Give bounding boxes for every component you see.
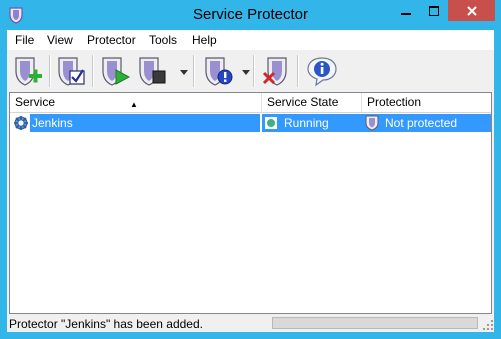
- service-state-text: Running: [284, 116, 329, 130]
- shield-check-icon: [58, 57, 85, 86]
- start-button[interactable]: [98, 53, 132, 89]
- menu-bar: File View Protector Tools Help: [7, 30, 494, 50]
- menu-file[interactable]: File: [15, 33, 34, 47]
- column-header-service[interactable]: Service ▲: [10, 93, 262, 113]
- edit-protector-button[interactable]: [54, 53, 88, 89]
- minimize-button[interactable]: [392, 0, 420, 21]
- add-protector-button[interactable]: [11, 53, 45, 89]
- client-area: File View Protector Tools Help Service ▲…: [7, 30, 494, 332]
- status-bar: Protector "Jenkins" has been added.: [7, 314, 494, 332]
- delete-protector-button[interactable]: [259, 53, 293, 89]
- toolbar-separator: [49, 55, 51, 87]
- service-state-cell: Running: [262, 114, 362, 132]
- gear-icon: [14, 116, 28, 130]
- menu-view[interactable]: View: [47, 33, 73, 47]
- minimize-icon: [401, 12, 411, 15]
- table-row[interactable]: Jenkins Running Not protected: [10, 114, 491, 132]
- shield-alert-icon: [205, 57, 233, 86]
- column-header-service-state-label: Service State: [267, 95, 339, 109]
- menu-help[interactable]: Help: [192, 33, 217, 47]
- chevron-down-icon: [180, 69, 188, 75]
- protector-list[interactable]: Service ▲ Service State Protection Jenki…: [9, 92, 492, 314]
- shield-play-icon: [102, 57, 131, 86]
- maximize-button[interactable]: [420, 0, 448, 21]
- protection-text: Not protected: [385, 116, 458, 130]
- protection-cell: Not protected: [362, 114, 491, 132]
- menu-protector[interactable]: Protector: [87, 33, 136, 47]
- toolbar-separator: [297, 55, 299, 87]
- toolbar-separator: [193, 55, 195, 87]
- close-button[interactable]: [448, 0, 495, 21]
- protection-shield-icon: [365, 115, 379, 131]
- shield-x-icon: [262, 57, 287, 86]
- running-status-icon: [265, 117, 277, 129]
- report-button[interactable]: [201, 53, 235, 89]
- toolbar-separator: [253, 55, 255, 87]
- shield-plus-icon: [15, 57, 42, 86]
- stop-button[interactable]: [135, 53, 169, 89]
- column-header-protection-label: Protection: [367, 95, 422, 109]
- toolbar: [7, 50, 494, 92]
- service-name-cell: Jenkins: [30, 114, 260, 132]
- close-icon: [466, 5, 477, 16]
- stop-dropdown-arrow[interactable]: [180, 68, 188, 76]
- column-header-service-label: Service: [15, 95, 56, 109]
- about-button[interactable]: [305, 53, 339, 89]
- report-dropdown-arrow[interactable]: [242, 68, 250, 76]
- app-window: Service Protector File View Protector To…: [0, 0, 501, 339]
- menu-tools[interactable]: Tools: [149, 33, 177, 47]
- column-header-service-state[interactable]: Service State: [262, 93, 362, 113]
- maximize-icon: [429, 5, 439, 16]
- chevron-down-icon: [242, 69, 250, 75]
- info-bubble-icon: [307, 57, 337, 87]
- status-progress-bar: [272, 317, 478, 329]
- column-header-protection[interactable]: Protection: [362, 93, 491, 113]
- status-text: Protector "Jenkins" has been added.: [9, 317, 203, 331]
- resize-grip-icon[interactable]: [483, 320, 493, 330]
- title-bar[interactable]: Service Protector: [0, 0, 501, 30]
- shield-stop-icon: [139, 57, 166, 86]
- sort-ascending-icon: ▲: [130, 100, 138, 109]
- toolbar-separator: [92, 55, 94, 87]
